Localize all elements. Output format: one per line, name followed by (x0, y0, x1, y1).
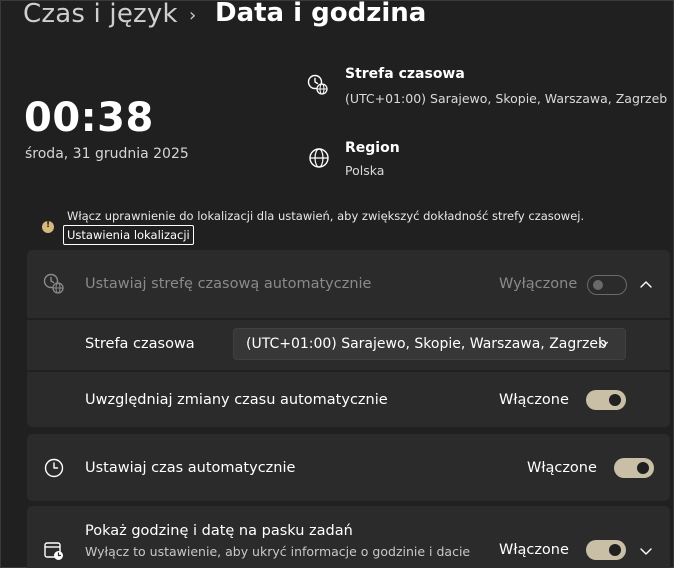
clock-date: środa, 31 grudnia 2025 (25, 146, 189, 162)
dst-state: Włączone (499, 392, 569, 408)
chevron-down-icon[interactable] (639, 544, 653, 558)
auto-time-label: Ustawiaj czas automatycznie (85, 460, 296, 476)
auto-timezone-toggle[interactable] (587, 275, 627, 295)
breadcrumb-parent[interactable]: Czas i język (23, 0, 178, 29)
chevron-up-icon[interactable] (639, 278, 653, 292)
divider (27, 370, 670, 372)
page-title: Data i godzina (215, 0, 427, 28)
region-title: Region (345, 140, 400, 156)
taskbar-clock-label: Pokaż godzinę i datę na pasku zadań (85, 523, 353, 539)
region-value: Polska (345, 163, 385, 178)
clock-time: 00:38 (24, 95, 154, 141)
dst-toggle[interactable] (586, 390, 626, 410)
divider (27, 318, 670, 320)
warning-icon (42, 220, 54, 233)
location-settings-link[interactable]: Ustawienia lokalizacji (63, 225, 194, 245)
timezone-select-label: Strefa czasowa (85, 336, 195, 352)
calendar-clock-icon (44, 542, 63, 560)
timezone-select[interactable]: (UTC+01:00) Sarajewo, Skopie, Warszawa, … (233, 328, 626, 360)
taskbar-clock-description: Wyłącz to ustawienie, aby ukryć informac… (85, 544, 471, 559)
timezone-title: Strefa czasowa (345, 66, 465, 82)
auto-time-toggle[interactable] (614, 458, 654, 478)
auto-timezone-label: Ustawiaj strefę czasową automatycznie (85, 276, 372, 292)
breadcrumb-separator: › (189, 5, 197, 26)
auto-time-state: Włączone (527, 460, 597, 476)
chevron-down-icon (599, 341, 609, 347)
timezone-select-value: (UTC+01:00) Sarajewo, Skopie, Warszawa, … (246, 336, 607, 352)
clock-icon (44, 458, 64, 478)
auto-timezone-state: Wyłączone (499, 276, 578, 292)
taskbar-clock-state: Włączone (499, 542, 569, 558)
timezone-value: (UTC+01:00) Sarajewo, Skopie, Warszawa, … (345, 91, 668, 106)
location-notice-text: Włącz uprawnienie do lokalizacji dla ust… (67, 209, 585, 223)
auto-timezone-icon (43, 273, 64, 294)
taskbar-clock-toggle[interactable] (586, 540, 626, 560)
timezone-globe-icon (307, 74, 328, 95)
dst-label: Uwzględniaj zmiany czasu automatycznie (85, 392, 388, 408)
globe-icon (309, 148, 329, 168)
